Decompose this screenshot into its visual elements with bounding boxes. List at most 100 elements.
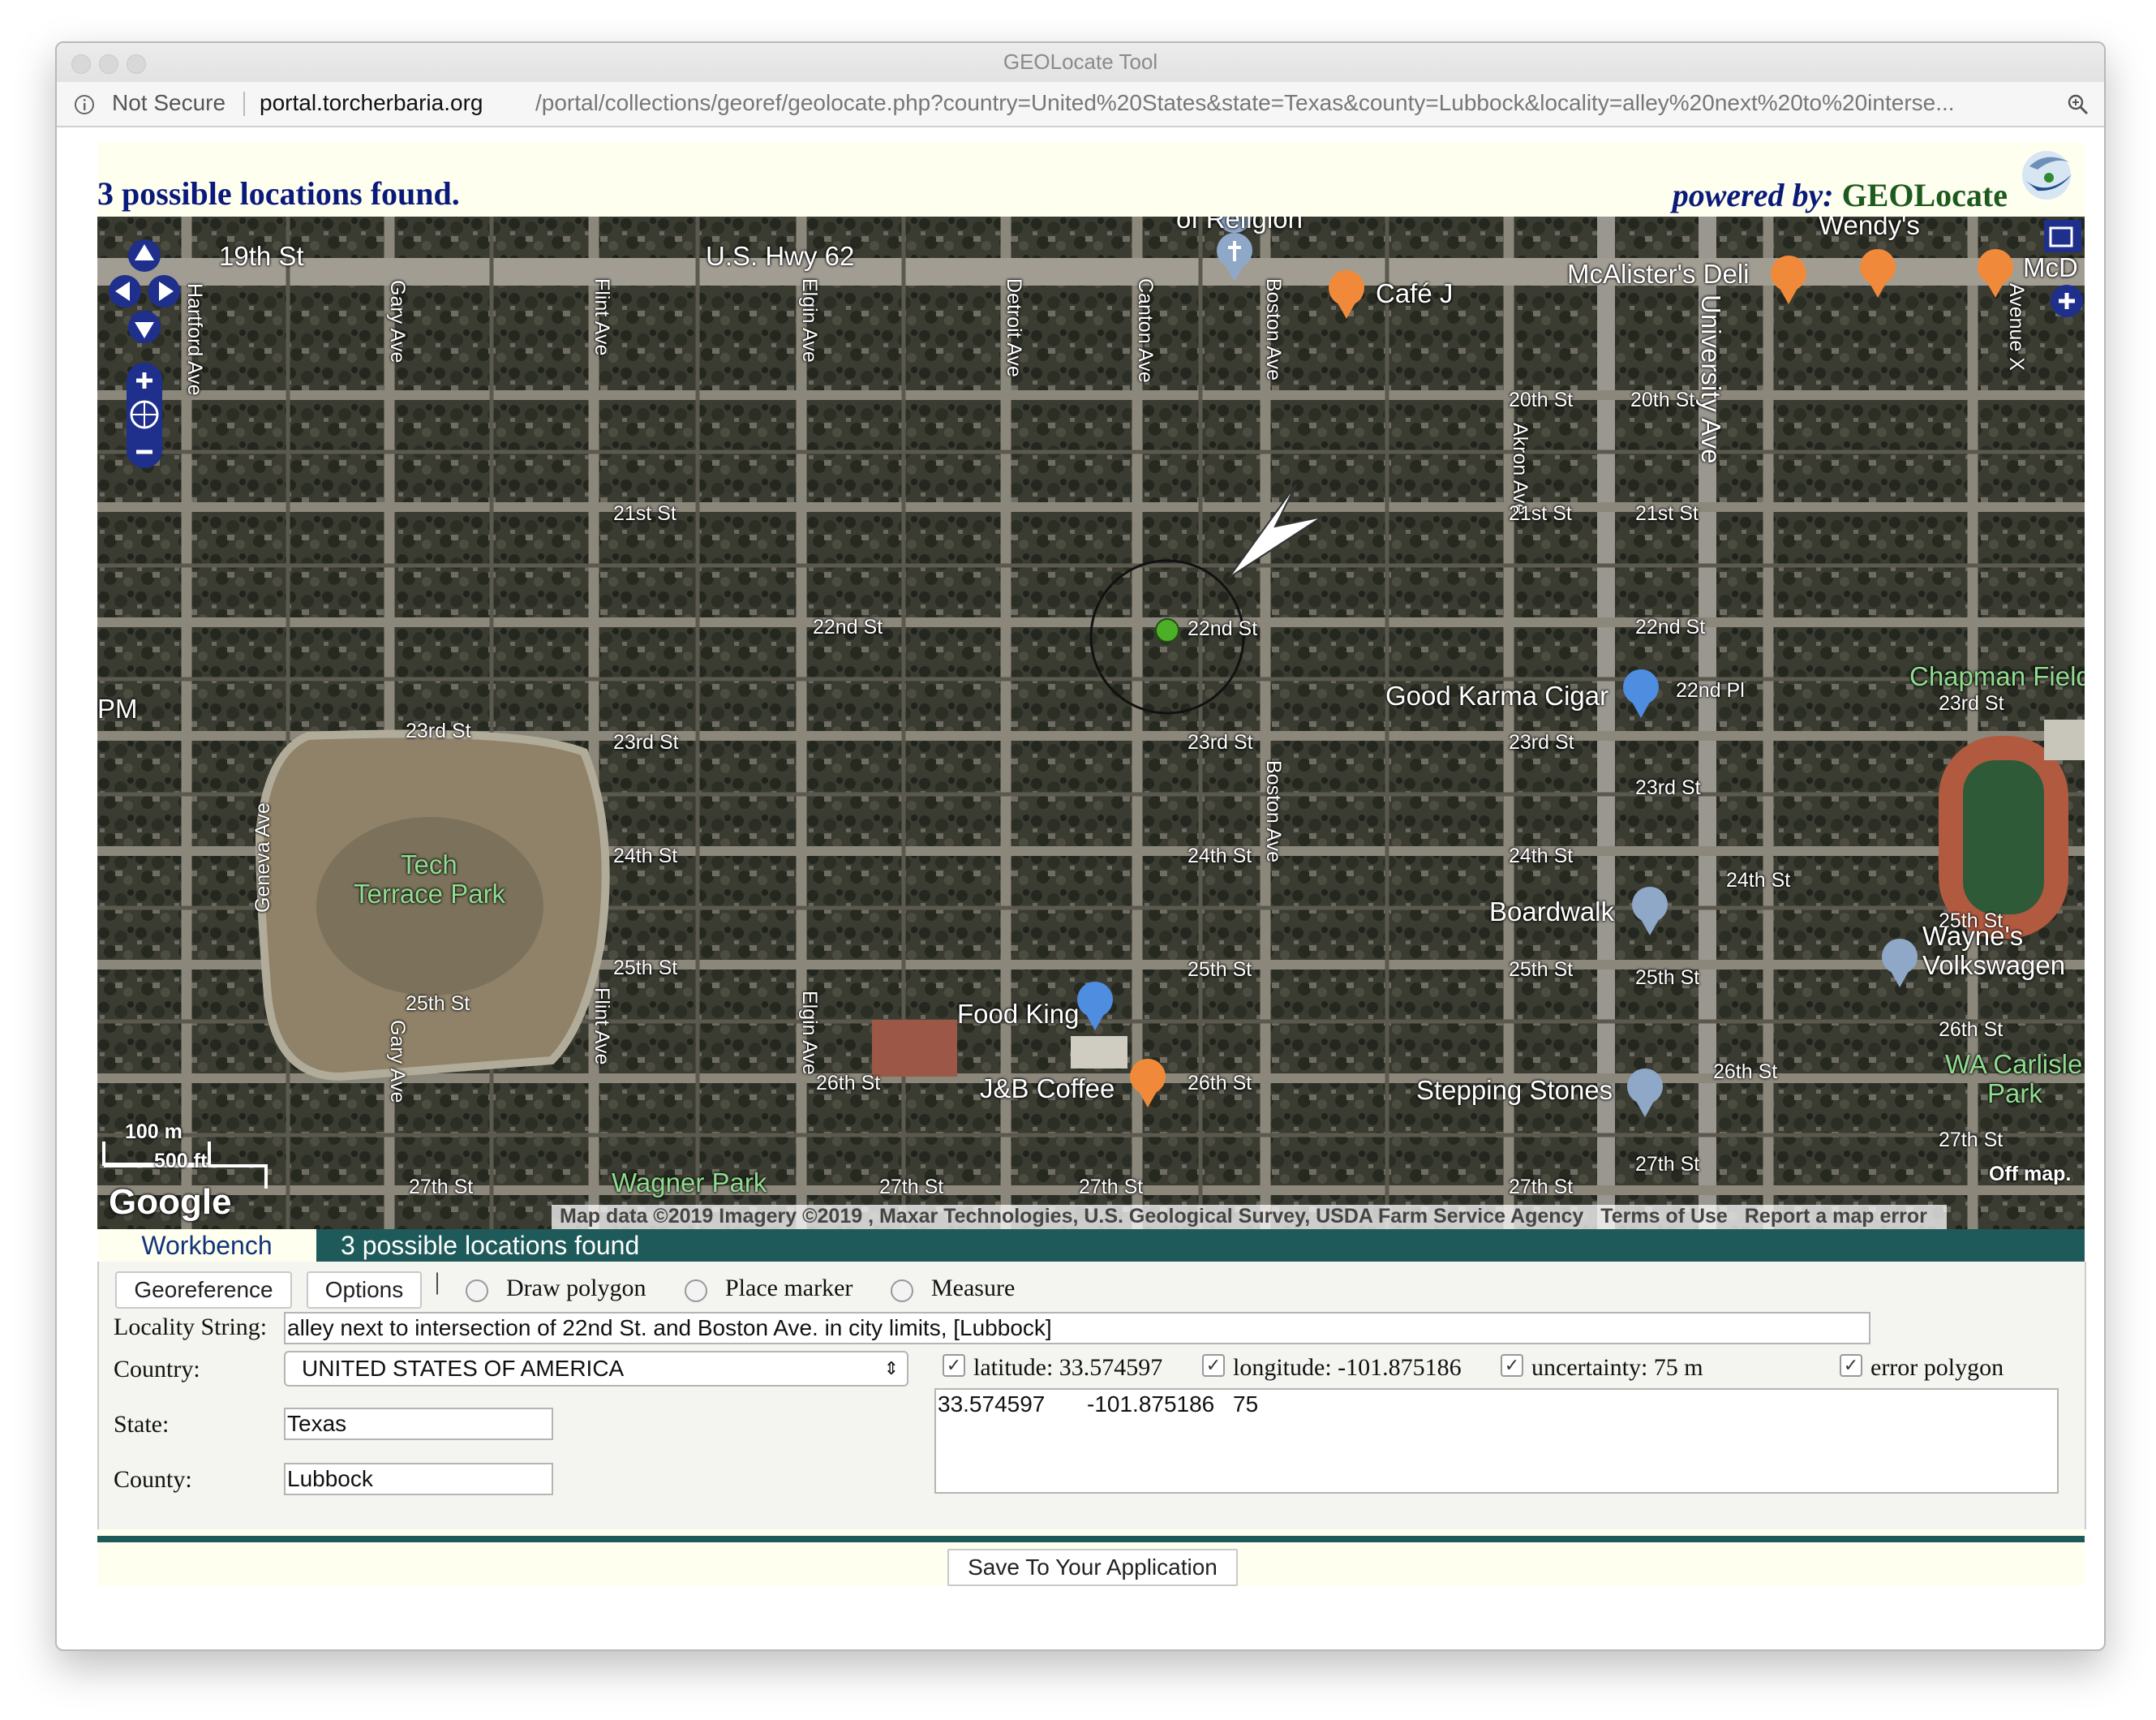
place-label: Wendy's bbox=[1819, 217, 1920, 240]
tab-workbench[interactable]: Workbench bbox=[97, 1229, 316, 1262]
latitude-checkbox[interactable]: ✓ bbox=[943, 1354, 965, 1377]
save-divider bbox=[97, 1536, 2085, 1542]
security-label: Not Secure bbox=[112, 90, 226, 115]
street-label: 26th St bbox=[1713, 1060, 1778, 1083]
street-label: 25th St bbox=[406, 992, 470, 1015]
workbench-panel: Georeference Options | Draw polygon Plac… bbox=[97, 1262, 2086, 1529]
street-label: Flint Ave bbox=[591, 278, 613, 356]
zoom-icon[interactable] bbox=[2067, 93, 2089, 116]
street-label: 21st St bbox=[1635, 502, 1699, 525]
locality-input[interactable]: alley next to intersection of 22nd St. a… bbox=[284, 1312, 1870, 1344]
street-label: Detroit Ave bbox=[1003, 278, 1025, 377]
locality-label: Locality String: bbox=[114, 1314, 268, 1340]
street-label: 22nd St bbox=[813, 616, 883, 639]
save-to-application-button[interactable]: Save To Your Application bbox=[947, 1549, 1238, 1586]
country-label: Country: bbox=[114, 1356, 200, 1382]
place-label: Wayne's bbox=[1922, 921, 2024, 951]
measure-label: Measure bbox=[931, 1275, 1016, 1301]
results-count-heading: 3 possible locations found. bbox=[97, 175, 460, 212]
place-marker-radio[interactable] bbox=[685, 1279, 707, 1302]
place-label: Boardwalk bbox=[1489, 897, 1615, 927]
street-label: 26th St bbox=[1939, 1018, 2004, 1041]
place-label: McAlister's Deli bbox=[1567, 259, 1750, 289]
street-label: 24th St bbox=[1726, 869, 1791, 892]
street-label: 27th St bbox=[1079, 1176, 1144, 1198]
address-bar[interactable]: Not Secure portal.torcherbaria.org /port… bbox=[57, 82, 2104, 127]
map-attribution: Map data ©2019 Imagery ©2019 , Maxar Tec… bbox=[560, 1205, 1584, 1228]
draw-polygon-label: Draw polygon bbox=[506, 1275, 646, 1301]
terms-of-use-link[interactable]: Terms of Use bbox=[1600, 1205, 1728, 1228]
county-input[interactable]: Lubbock bbox=[284, 1463, 553, 1495]
georeference-button[interactable]: Georeference bbox=[115, 1271, 292, 1309]
street-label: 26th St bbox=[1188, 1072, 1252, 1094]
place-label: Chapman Field bbox=[1909, 661, 2085, 691]
street-label: 27th St bbox=[879, 1176, 944, 1198]
measure-radio[interactable] bbox=[891, 1279, 913, 1302]
map-attribution-bar: Map data ©2019 Imagery ©2019 , Maxar Tec… bbox=[552, 1205, 1947, 1229]
street-label: Akron Ave bbox=[1509, 423, 1531, 515]
error-polygon-checkbox[interactable]: ✓ bbox=[1840, 1354, 1862, 1377]
result-uncertainty: 75 bbox=[1233, 1391, 1259, 1417]
url-host[interactable]: portal.torcherbaria.org bbox=[260, 90, 483, 116]
uncertainty-checkbox[interactable]: ✓ bbox=[1501, 1354, 1523, 1377]
county-label: County: bbox=[114, 1466, 192, 1493]
google-logo: Google bbox=[109, 1182, 232, 1222]
place-label: Terrace Park bbox=[354, 879, 506, 909]
geolocate-logo-icon bbox=[2022, 151, 2072, 200]
street-label: Elgin Ave bbox=[798, 991, 821, 1075]
street-label: 25th St bbox=[1188, 958, 1252, 981]
street-label: 26th St bbox=[816, 1072, 881, 1094]
street-label: Boston Ave bbox=[1262, 278, 1285, 381]
place-label: PM bbox=[97, 694, 138, 724]
street-label: 24th St bbox=[613, 845, 678, 867]
place-label: Good Karma Cigar bbox=[1385, 681, 1609, 711]
street-label: 25th St bbox=[1635, 966, 1700, 989]
place-label: Café J bbox=[1376, 278, 1454, 308]
place-label: McD bbox=[2023, 252, 2078, 282]
error-polygon-label: error polygon bbox=[1870, 1354, 2004, 1381]
street-label: 25th St bbox=[1509, 958, 1574, 981]
street-label: 24th St bbox=[1188, 845, 1252, 867]
street-label: 27th St bbox=[1635, 1153, 1700, 1176]
street-label: Gary Ave bbox=[386, 280, 409, 363]
street-label: Boston Ave bbox=[1262, 760, 1285, 863]
scale-metres: 100 m bbox=[125, 1120, 183, 1143]
info-icon[interactable] bbox=[73, 93, 96, 116]
longitude-checkbox[interactable]: ✓ bbox=[1202, 1354, 1225, 1377]
street-label: Flint Ave bbox=[591, 987, 613, 1065]
options-button[interactable]: Options bbox=[307, 1271, 422, 1309]
place-label: Park bbox=[1987, 1078, 2042, 1108]
place-marker-label: Place marker bbox=[725, 1275, 853, 1301]
report-map-error-link[interactable]: Report a map error bbox=[1745, 1205, 1927, 1228]
result-textarea[interactable]: 33.574597 -101.875186 75 bbox=[934, 1388, 2059, 1494]
toolbar-separator: | bbox=[435, 1268, 440, 1295]
street-label: 21st St bbox=[1509, 502, 1572, 525]
place-label: Stepping Stones bbox=[1416, 1075, 1613, 1105]
state-label: State: bbox=[114, 1411, 170, 1438]
url-path[interactable]: /portal/collections/georef/geolocate.php… bbox=[535, 90, 1955, 116]
url-divider bbox=[243, 92, 245, 116]
place-label: Tech bbox=[401, 849, 457, 879]
street-label: 22nd St bbox=[1635, 616, 1706, 639]
draw-polygon-radio[interactable] bbox=[466, 1279, 488, 1302]
street-label: 23rd St bbox=[1188, 731, 1253, 754]
place-label: Wagner Park bbox=[612, 1167, 767, 1198]
street-label: Gary Ave bbox=[386, 1020, 409, 1103]
street-label: 27th St bbox=[409, 1176, 474, 1198]
geolocate-page: 3 possible locations found. powered by: … bbox=[97, 142, 2086, 1586]
scale-feet: 500 ft bbox=[154, 1150, 208, 1172]
browser-window: GEOLocate Tool Not Secure portal.torcher… bbox=[55, 41, 2106, 1651]
workbench-tab-bar: Workbench 3 possible locations found bbox=[97, 1229, 2085, 1262]
off-map-label: Off map. bbox=[1989, 1163, 2072, 1185]
street-label: 23rd St bbox=[1509, 731, 1574, 754]
powered-by: powered by: GEOLocate bbox=[1673, 176, 2008, 214]
tab-locations-found[interactable]: 3 possible locations found bbox=[341, 1229, 639, 1262]
street-label: 19th St bbox=[219, 241, 304, 271]
state-input[interactable]: Texas bbox=[284, 1408, 553, 1440]
place-label: WA Carlisle bbox=[1945, 1049, 2083, 1079]
satellite-map[interactable]: 19th St U.S. Hwy 62 Hartford Ave Gary Av… bbox=[97, 217, 2085, 1229]
result-latitude: 33.574597 bbox=[938, 1391, 1046, 1417]
place-label: Food King bbox=[957, 999, 1080, 1029]
place-label: of Religion bbox=[1176, 217, 1303, 234]
country-select[interactable]: UNITED STATES OF AMERICA ⇕ bbox=[284, 1351, 908, 1387]
